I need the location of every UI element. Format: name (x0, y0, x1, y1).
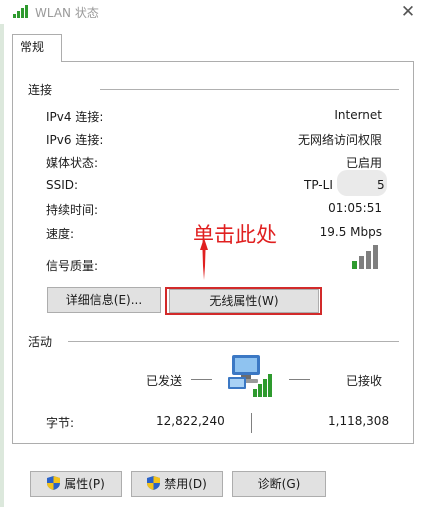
tab-general-label: 常规 (20, 40, 45, 54)
window-title: WLAN 状态 (35, 6, 99, 20)
signal-bar-2 (359, 256, 364, 269)
network-computers-icon (228, 355, 272, 397)
bytes-label: 字节: (46, 416, 75, 430)
received-dash (289, 379, 310, 380)
wifi-signal-icon (13, 5, 28, 18)
duration-value: 01:05:51 (328, 201, 382, 215)
signal-bar-3 (366, 251, 371, 269)
speed-value: 19.5 Mbps (319, 225, 382, 239)
ipv4-value: Internet (334, 108, 382, 122)
media-state-label: 媒体状态: (46, 156, 99, 170)
ipv6-label: IPv6 连接: (46, 133, 104, 147)
close-icon: ✕ (400, 2, 416, 22)
properties-button-label: 属性(P) (64, 477, 105, 491)
background-window-strip (0, 24, 4, 507)
ssid-label: SSID: (46, 178, 79, 192)
sent-dash (191, 379, 212, 380)
shield-icon (47, 476, 61, 490)
ipv4-label: IPv4 连接: (46, 110, 104, 124)
disable-button[interactable]: 禁用(D) (131, 471, 223, 497)
signal-bar-1 (352, 261, 357, 269)
details-button-label: 详细信息(E)... (65, 293, 143, 307)
ssid-value-suffix: 5 (377, 178, 385, 192)
diagnose-button[interactable]: 诊断(G) (232, 471, 326, 497)
bytes-received-value: 1,118,308 (328, 414, 390, 428)
bytes-sent-value: 12,822,240 (156, 414, 225, 428)
title-bar: WLAN 状态 ✕ (0, 0, 427, 24)
activity-section-title: 活动 (28, 335, 53, 349)
ssid-value: TP-LI (304, 178, 333, 192)
received-label: 已接收 (346, 374, 383, 388)
bytes-separator (251, 413, 252, 433)
speed-label: 速度: (46, 227, 75, 241)
properties-button[interactable]: 属性(P) (30, 471, 122, 497)
connection-divider (100, 89, 399, 90)
sent-label: 已发送 (146, 374, 183, 388)
activity-divider (68, 341, 399, 342)
disable-button-label: 禁用(D) (164, 477, 207, 491)
details-button[interactable]: 详细信息(E)... (47, 287, 161, 313)
signal-bar-4 (373, 245, 378, 269)
tab-general[interactable]: 常规 (12, 34, 62, 62)
annotation-arrow-icon (200, 238, 208, 280)
close-button[interactable]: ✕ (397, 2, 419, 22)
media-state-value: 已启用 (345, 156, 382, 170)
signal-quality-label: 信号质量: (46, 259, 99, 273)
highlight-box (165, 287, 322, 315)
duration-label: 持续时间: (46, 203, 99, 217)
diagnose-button-label: 诊断(G) (257, 477, 301, 491)
shield-icon (147, 476, 161, 490)
connection-section-title: 连接 (28, 83, 53, 97)
ipv6-value: 无网络访问权限 (297, 133, 382, 147)
signal-strength-icon (352, 245, 378, 269)
